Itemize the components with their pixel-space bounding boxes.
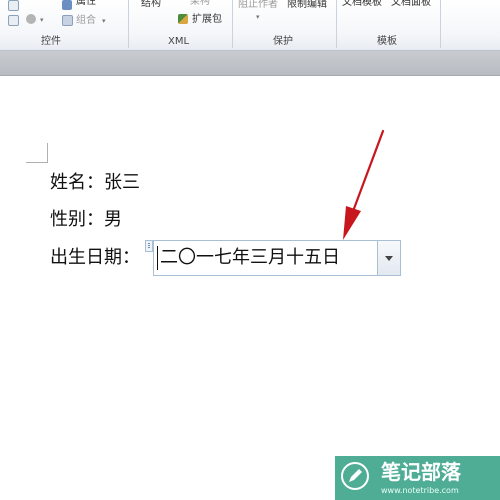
watermark-title: 笔记部落 (381, 460, 461, 484)
annotation-arrow (343, 129, 385, 240)
watermark-url: www.notetribe.com (381, 486, 459, 495)
watermark-logo: 笔记部落 www.notetribe.com (335, 456, 500, 500)
pencil-icon (341, 462, 369, 490)
